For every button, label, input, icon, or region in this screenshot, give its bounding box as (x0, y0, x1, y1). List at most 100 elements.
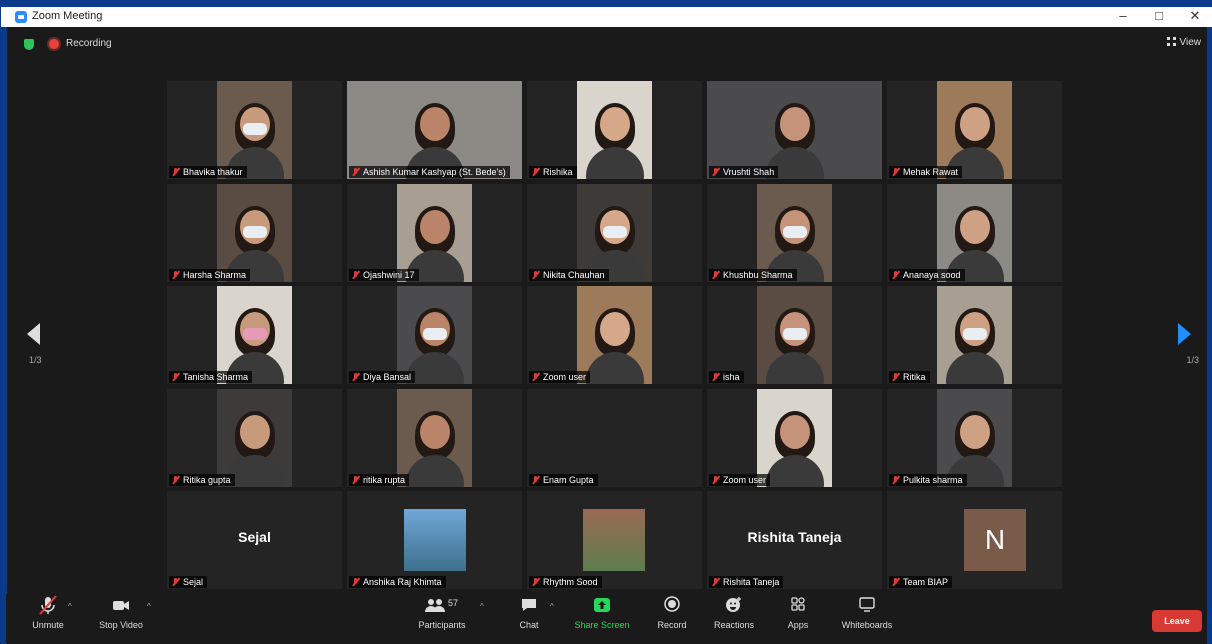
participant-display-name: Sejal (238, 529, 271, 545)
recording-label: Recording (66, 38, 112, 49)
record-button[interactable]: Record (650, 594, 694, 630)
participant-display-name: Rishita Taneja (747, 529, 842, 545)
meeting-area: Recording View 1/3 1/3 Bhavika thakur Ash… (7, 27, 1207, 644)
muted-mic-icon (26, 594, 70, 616)
video-options-caret-icon[interactable]: ^ (147, 602, 151, 611)
participant-figure (599, 312, 630, 346)
profile-photo (404, 509, 466, 571)
muted-mic-icon (352, 476, 359, 484)
participant-tile[interactable]: isha (707, 286, 882, 384)
participant-tile[interactable]: Ananaya sood (887, 184, 1062, 282)
zoom-app-icon (15, 11, 27, 23)
apps-button[interactable]: Apps (780, 594, 816, 630)
previous-page-icon[interactable] (27, 323, 40, 345)
participant-name: Anshika Raj Khimta (363, 577, 442, 587)
participant-tile[interactable]: Bhavika thakur (167, 81, 342, 179)
chat-options-caret-icon[interactable]: ^ (550, 602, 554, 611)
participants-button[interactable]: 57 Participants (410, 594, 474, 630)
participant-tile[interactable]: Ashish Kumar Kashyap (St. Bede's) (347, 81, 522, 179)
participant-name-tag: Nikita Chauhan (529, 269, 609, 281)
record-icon (650, 594, 694, 616)
participant-tile[interactable]: Ojashwini 17 (347, 184, 522, 282)
reactions-button[interactable]: Reactions (708, 594, 760, 630)
audio-options-caret-icon[interactable]: ^ (68, 602, 72, 611)
participant-tile[interactable]: Khushbu Sharma (707, 184, 882, 282)
participant-tile[interactable]: Ritika gupta (167, 389, 342, 487)
participant-name: Mehak Rawat (903, 167, 959, 177)
participant-tile[interactable]: Pulkita sharma (887, 389, 1062, 487)
chat-button[interactable]: Chat (512, 594, 546, 630)
participant-name-tag: Team BIAP (889, 576, 953, 588)
participant-name: Zoom user (543, 372, 587, 382)
participant-name: Pulkita sharma (903, 475, 963, 485)
close-button[interactable]: ✕ (1181, 8, 1209, 24)
whiteboards-button[interactable]: Whiteboards (836, 594, 898, 630)
participant-name: Ritika (903, 372, 926, 382)
participant-name: Enam Gupta (543, 475, 594, 485)
encryption-shield-icon[interactable] (24, 39, 34, 50)
participant-tile[interactable]: Rishita Taneja Rishita Taneja (707, 491, 882, 589)
participant-video (757, 286, 832, 384)
participant-tile[interactable]: ritika rupta (347, 389, 522, 487)
participant-name: Ananaya sood (903, 270, 961, 280)
next-page-icon[interactable] (1178, 323, 1191, 345)
participant-tile[interactable]: Sejal Sejal (167, 491, 342, 589)
participant-video (217, 184, 292, 282)
participant-name: Nikita Chauhan (543, 270, 605, 280)
muted-mic-icon (352, 373, 359, 381)
muted-mic-icon (172, 373, 179, 381)
participant-name: Ritika gupta (183, 475, 231, 485)
whiteboard-icon (836, 594, 898, 616)
view-button[interactable]: View (1166, 37, 1201, 48)
participant-figure (959, 107, 990, 141)
participant-tile[interactable]: Mehak Rawat (887, 81, 1062, 179)
unmute-button[interactable]: Unmute (26, 594, 70, 630)
face-mask (782, 328, 807, 340)
participant-tile[interactable]: Vrushti Shah (707, 81, 882, 179)
participant-name: Khushbu Sharma (723, 270, 793, 280)
participant-name: Sejal (183, 577, 204, 587)
muted-mic-icon (532, 168, 539, 176)
share-screen-button[interactable]: Share Screen (570, 594, 634, 630)
face-mask (242, 123, 267, 135)
muted-mic-icon (712, 373, 719, 381)
participant-tile[interactable]: Ritika (887, 286, 1062, 384)
participant-name-tag: Ritika (889, 371, 930, 383)
participant-video (577, 184, 652, 282)
participant-figure (765, 455, 824, 487)
participant-tile[interactable]: Harsha Sharma (167, 184, 342, 282)
participant-tile[interactable]: Anshika Raj Khimta (347, 491, 522, 589)
stop-video-button[interactable]: Stop Video (94, 594, 148, 630)
participant-name: Rishika (543, 167, 573, 177)
participant-name-tag: Khushbu Sharma (709, 269, 797, 281)
participant-video (757, 389, 832, 487)
participants-options-caret-icon[interactable]: ^ (480, 602, 484, 611)
participant-name: ritika rupta (363, 475, 406, 485)
participant-tile[interactable]: Diya Bansal (347, 286, 522, 384)
apps-icon (780, 594, 816, 616)
muted-mic-icon (532, 578, 539, 586)
participant-tile[interactable]: N Team BIAP (887, 491, 1062, 589)
participant-tile[interactable]: Zoom user (707, 389, 882, 487)
participant-video (937, 81, 1012, 179)
recording-icon[interactable] (49, 39, 59, 49)
participant-tile[interactable]: Rhythm Sood (527, 491, 702, 589)
minimize-button[interactable]: – (1109, 8, 1137, 23)
participant-tile[interactable]: Zoom user (527, 286, 702, 384)
participant-name-tag: Ashish Kumar Kashyap (St. Bede's) (349, 166, 510, 178)
maximize-button[interactable]: □ (1145, 8, 1173, 23)
muted-mic-icon (892, 271, 899, 279)
participant-tile[interactable]: Tanisha Sharma (167, 286, 342, 384)
participant-video (217, 81, 292, 179)
participant-name-tag: Diya Bansal (349, 371, 416, 383)
participant-tile[interactable]: Nikita Chauhan (527, 184, 702, 282)
reactions-label: Reactions (713, 620, 755, 630)
chat-label: Chat (519, 620, 539, 630)
leave-button[interactable]: Leave (1152, 610, 1202, 632)
participant-tile[interactable]: Enam Gupta (527, 389, 702, 487)
face-mask (422, 328, 447, 340)
share-screen-label: Share Screen (574, 620, 630, 630)
participant-video (217, 286, 292, 384)
participant-tile[interactable]: Rishika (527, 81, 702, 179)
participant-name-tag: isha (709, 371, 744, 383)
